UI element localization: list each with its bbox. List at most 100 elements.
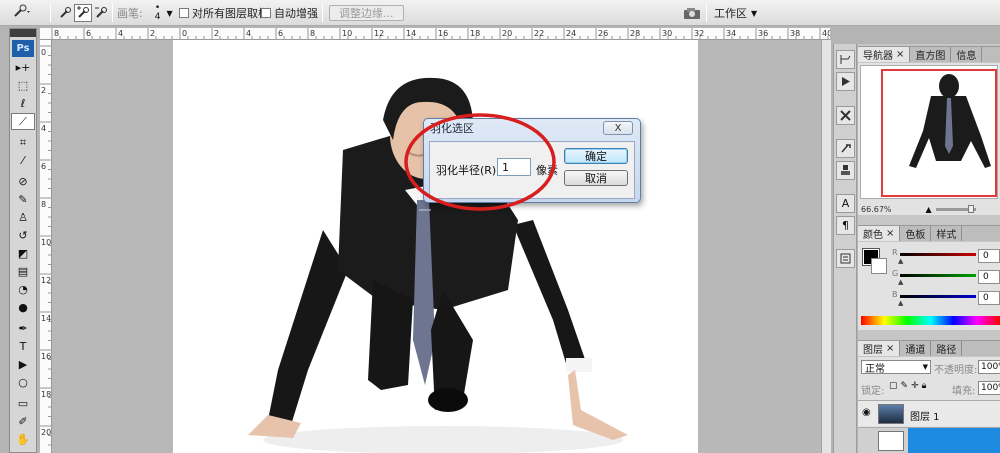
channel-slider-b[interactable]	[900, 295, 976, 298]
channel-slider-g[interactable]	[900, 274, 976, 277]
notes-tool-button[interactable]: ▭	[11, 395, 35, 412]
tab-layers[interactable]: 图层 ×	[858, 341, 901, 356]
eyedropper-tool-button[interactable]: ⁄	[11, 152, 35, 169]
close-icon[interactable]: ×	[886, 228, 894, 239]
clone-source-icon[interactable]	[836, 161, 855, 180]
navigator-zoom-slider[interactable]	[935, 204, 976, 213]
cancel-button[interactable]: 取消	[564, 170, 628, 186]
brush-picker[interactable]: 画笔: • 4 ▼	[117, 0, 173, 26]
lasso-tool-button[interactable]: ℓ	[11, 95, 35, 112]
zoom-tool-button[interactable]: ⌕	[11, 449, 35, 453]
tab-styles[interactable]: 样式	[931, 226, 963, 241]
slider-thumb-icon[interactable]: ▲	[898, 257, 903, 265]
tab-swatches[interactable]: 色板	[900, 226, 932, 241]
ok-button[interactable]: 确定	[564, 148, 628, 164]
pen-tool-icon: ✒	[18, 322, 28, 335]
color-spectrum-bar[interactable]	[861, 316, 1000, 325]
channel-value-b[interactable]: 0	[978, 291, 1000, 305]
tab-channels[interactable]: 通道	[900, 341, 932, 356]
horizontal-ruler[interactable]: 8 6 4 2 0 2 4 6 8 10 12 14 16 18 20 22 24 26 28 30 32 34 36 38 4…	[40, 28, 830, 40]
lock-brush-icon[interactable]: ✎	[901, 381, 909, 391]
brush-tool-button[interactable]: ✎	[11, 191, 35, 208]
channel-label-b: B	[892, 290, 898, 299]
brushes-panel-icon[interactable]	[836, 139, 855, 158]
vertical-scrollbar[interactable]	[821, 40, 831, 453]
ruler-tick-label: 22	[534, 29, 544, 38]
ruler-tick-label: 36	[758, 29, 768, 38]
history-panel-icon[interactable]	[836, 50, 855, 69]
channel-value-r[interactable]: 0	[978, 249, 1000, 263]
layer-row[interactable]: ◉ 图层 1	[858, 400, 1000, 426]
blur-tool-button[interactable]: ◔	[11, 281, 35, 298]
vertical-ruler[interactable]: 0 2 4 6 8 10 12 14 16 18 20	[40, 40, 52, 453]
sample-all-layers-checkbox[interactable]: 对所有图层取样	[179, 0, 269, 26]
eraser-tool-button[interactable]: ◩	[11, 245, 35, 262]
ruler-tick-label: 2	[214, 29, 219, 38]
lock-move-icon[interactable]: ✛	[911, 381, 919, 391]
channel-slider-r[interactable]	[900, 253, 976, 256]
refine-edge-button[interactable]: 调整边缘...	[329, 5, 404, 21]
toolbox-grip[interactable]	[10, 29, 36, 37]
hand-tool-button[interactable]: ✋	[11, 431, 35, 448]
character-panel-icon[interactable]: A	[836, 194, 855, 213]
add-to-selection-mode-button[interactable]	[74, 4, 92, 22]
navigator-zoom-bar: 66.67% ▲	[858, 203, 1000, 215]
type-tool-button[interactable]: T	[11, 338, 35, 355]
navigator-thumbnail[interactable]	[860, 65, 998, 199]
actions-panel-icon[interactable]	[836, 72, 855, 91]
visibility-eye-icon[interactable]: ◉	[862, 407, 871, 418]
blend-mode-select[interactable]: 正常 ▼	[861, 360, 931, 375]
ellipse-tool-button[interactable]: ○	[11, 374, 35, 391]
new-selection-mode-button[interactable]	[56, 4, 74, 22]
dialog-close-button[interactable]: X	[603, 121, 633, 135]
layers-panel-header: 图层 × 通道 路径	[858, 340, 1000, 356]
gradient-tool-button[interactable]: ▤	[11, 263, 35, 280]
pen-tool-button[interactable]: ✒	[11, 320, 35, 337]
paragraph-panel-icon[interactable]: ¶	[836, 216, 855, 235]
background-color-swatch[interactable]	[871, 258, 887, 274]
tab-color[interactable]: 颜色 ×	[858, 226, 901, 241]
clone-stamp-tool-button[interactable]: ♙	[11, 209, 35, 226]
crop-tool-button[interactable]: ⌗	[11, 134, 35, 151]
tool-presets-icon[interactable]	[836, 106, 855, 125]
zoom-out-icon[interactable]: ▲	[926, 205, 932, 214]
slider-thumb-icon[interactable]: ▲	[898, 299, 903, 307]
subtract-from-selection-mode-button[interactable]	[92, 4, 110, 22]
photoshop-logo[interactable]: Ps	[12, 40, 34, 57]
layer-comps-icon[interactable]	[836, 249, 855, 268]
workspace-label: 工作区	[714, 7, 747, 20]
close-icon[interactable]: ×	[886, 343, 894, 354]
move-tool-button[interactable]: ▸+	[11, 59, 35, 76]
navigator-view-box[interactable]	[881, 69, 997, 197]
auto-enhance-checkbox[interactable]: 自动增强	[261, 0, 318, 26]
quick-selection-tool-button[interactable]: ⟋	[11, 113, 35, 130]
background-layer-row[interactable]	[858, 427, 1000, 453]
navigator-zoom-value[interactable]: 66.67%	[861, 205, 892, 214]
ellipse-tool-icon: ○	[18, 376, 28, 389]
marquee-tool-button[interactable]: ⬚	[11, 77, 35, 94]
fill-input[interactable]: 100%	[978, 381, 1000, 395]
document-workspace[interactable]	[52, 40, 821, 453]
close-icon: X	[614, 122, 622, 134]
workspace-menu[interactable]: 工作区 ▼	[714, 0, 757, 26]
ruler-tick-label: 40	[822, 29, 830, 38]
channel-value-g[interactable]: 0	[978, 270, 1000, 284]
close-icon[interactable]: ×	[896, 49, 904, 60]
opacity-input[interactable]: 100%	[978, 360, 1000, 374]
palette-well-icon[interactable]	[682, 0, 702, 26]
path-selection-tool-button[interactable]: ▶	[11, 356, 35, 373]
tab-navigator[interactable]: 导航器 ×	[858, 47, 911, 62]
eyedropper-2-tool-button[interactable]: ✐	[11, 413, 35, 430]
tab-paths[interactable]: 路径	[931, 341, 963, 356]
dodge-tool-button[interactable]: ●	[11, 299, 35, 316]
healing-brush-tool-button[interactable]: ⊘	[11, 173, 35, 190]
tab-histogram[interactable]: 直方图	[910, 47, 952, 62]
lock-all-icon[interactable]: 🔒︎	[922, 381, 927, 391]
history-brush-tool-button[interactable]: ↺	[11, 227, 35, 244]
slider-thumb-icon[interactable]: ▲	[898, 278, 903, 286]
lock-transparency-icon[interactable]: ▢	[889, 381, 898, 391]
tab-info[interactable]: 信息	[951, 47, 983, 62]
tool-preset-picker[interactable]	[12, 0, 32, 26]
marquee-tool-icon: ⬚	[17, 79, 29, 92]
document-canvas[interactable]	[173, 40, 698, 453]
